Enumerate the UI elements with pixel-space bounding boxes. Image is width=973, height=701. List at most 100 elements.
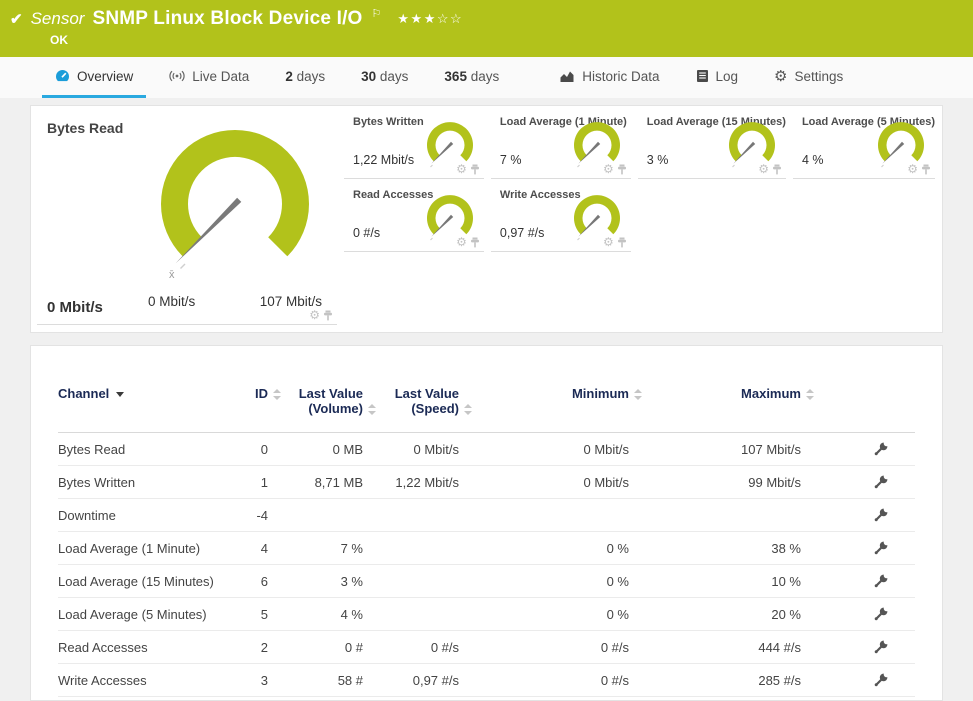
- channel-id: 0: [218, 433, 268, 466]
- column-header-last-value-volume[interactable]: Last Value (Volume): [268, 380, 363, 433]
- channel-row-read-accesses[interactable]: Read Accesses 2 0 # 0 #/s 0 #/s 444 #/s: [58, 631, 915, 664]
- edit-channel-icon[interactable]: [873, 474, 889, 490]
- gear-icon[interactable]: ⚙: [907, 163, 918, 175]
- tab-30-days[interactable]: 30 days: [348, 57, 421, 98]
- gauge-value: 0 #/s: [353, 226, 380, 240]
- channel-name: Load Average (1 Minute): [58, 532, 218, 565]
- last-value-volume: 58 #: [268, 664, 363, 697]
- status-badge: OK: [50, 33, 68, 47]
- tab-live-data[interactable]: Live Data: [156, 57, 262, 98]
- pin-icon[interactable]: [470, 164, 480, 175]
- last-value-speed: [363, 499, 459, 532]
- gear-icon[interactable]: ⚙: [309, 309, 320, 321]
- edit-channel-icon[interactable]: [873, 441, 889, 457]
- gauge-value: 0,97 #/s: [500, 226, 544, 240]
- channel-id: 2: [218, 631, 268, 664]
- channel-row-load-average-5-minutes[interactable]: Load Average (5 Minutes) 5 4 % 0 % 20 %: [58, 598, 915, 631]
- minimum-value: 0 Mbit/s: [459, 466, 629, 499]
- channel-row-write-accesses[interactable]: Write Accesses 3 58 # 0,97 #/s 0 #/s 285…: [58, 664, 915, 697]
- channels-panel: Channel ID Last Value (Volume) Last Valu…: [30, 345, 943, 701]
- tab-label: Overview: [77, 69, 133, 84]
- channel-row-bytes-written[interactable]: Bytes Written 1 8,71 MB 1,22 Mbit/s 0 Mb…: [58, 466, 915, 499]
- last-value-volume: 0 MB: [268, 433, 363, 466]
- last-value-volume: 4 %: [268, 598, 363, 631]
- gauge-value: 4 %: [802, 153, 824, 167]
- last-value-speed: 0 Mbit/s: [363, 433, 459, 466]
- channel-name: Load Average (15 Minutes): [58, 565, 218, 598]
- column-header-maximum[interactable]: Maximum: [629, 380, 801, 433]
- column-header-last-value-speed[interactable]: Last Value (Speed): [363, 380, 459, 433]
- pin-icon[interactable]: [617, 237, 627, 248]
- tab-label-number: 30: [361, 69, 376, 84]
- last-value-speed: 0 #/s: [363, 631, 459, 664]
- channels-table: Channel ID Last Value (Volume) Last Valu…: [58, 380, 915, 697]
- priority-stars[interactable]: ★★★☆☆: [397, 11, 463, 27]
- last-value-speed: 0,97 #/s: [363, 664, 459, 697]
- maximum-value: 10 %: [629, 565, 801, 598]
- gear-icon[interactable]: ⚙: [456, 236, 467, 248]
- pin-icon[interactable]: [470, 237, 480, 248]
- tab-label: Log: [716, 69, 739, 84]
- channel-row-bytes-read[interactable]: Bytes Read 0 0 MB 0 Mbit/s 0 Mbit/s 107 …: [58, 433, 915, 466]
- tab-label: Live Data: [192, 69, 249, 84]
- column-header-id[interactable]: ID: [218, 380, 268, 433]
- area-chart-icon: [559, 70, 575, 83]
- channel-name: Bytes Written: [58, 466, 218, 499]
- tab-overview[interactable]: Overview: [42, 57, 146, 98]
- edit-channel-icon[interactable]: [873, 507, 889, 523]
- column-label: Channel: [58, 386, 109, 401]
- pin-icon[interactable]: [323, 310, 333, 321]
- tab-bar: Overview Live Data 2 days 30 days 365 da…: [0, 57, 973, 98]
- tab-2-days[interactable]: 2 days: [272, 57, 338, 98]
- gauge-min-label: 0 Mbit/s: [148, 294, 195, 309]
- gauge-value: 7 %: [500, 153, 522, 167]
- overview-panel: Bytes Read x̄ 0 Mbit/s 107 Mbit/s 0 Mbit…: [30, 105, 943, 333]
- stars-filled: ★★★: [397, 11, 436, 26]
- tab-label: days: [376, 69, 408, 84]
- pin-icon[interactable]: [617, 164, 627, 175]
- pin-icon[interactable]: [772, 164, 782, 175]
- maximum-value: 444 #/s: [629, 631, 801, 664]
- column-header-channel[interactable]: Channel: [58, 380, 218, 433]
- tab-historic-data[interactable]: Historic Data: [546, 57, 672, 98]
- gauge-value: 3 %: [647, 153, 669, 167]
- channel-row-load-average-1-minute[interactable]: Load Average (1 Minute) 4 7 % 0 % 38 %: [58, 532, 915, 565]
- column-label: Last Value (Volume): [299, 386, 363, 416]
- channel-row-load-average-15-minutes[interactable]: Load Average (15 Minutes) 6 3 % 0 % 10 %: [58, 565, 915, 598]
- gear-icon[interactable]: ⚙: [603, 236, 614, 248]
- tab-label: days: [293, 69, 325, 84]
- sort-icon: [806, 389, 815, 400]
- flag-icon[interactable]: ⚐: [372, 7, 382, 20]
- channel-name: Bytes Read: [58, 433, 218, 466]
- gauge-value: 1,22 Mbit/s: [353, 153, 414, 167]
- gauge-icon: [55, 69, 70, 84]
- minimum-value: 0 Mbit/s: [459, 433, 629, 466]
- channel-name: Downtime: [58, 499, 218, 532]
- gear-icon[interactable]: ⚙: [603, 163, 614, 175]
- last-value-volume: 8,71 MB: [268, 466, 363, 499]
- edit-channel-icon[interactable]: [873, 606, 889, 622]
- column-header-minimum[interactable]: Minimum: [459, 380, 629, 433]
- gear-icon[interactable]: ⚙: [456, 163, 467, 175]
- tab-label: Historic Data: [582, 69, 659, 84]
- tab-log[interactable]: Log: [683, 57, 752, 98]
- maximum-value: 38 %: [629, 532, 801, 565]
- average-marker: x̄: [169, 269, 175, 281]
- edit-channel-icon[interactable]: [873, 672, 889, 688]
- maximum-value: 107 Mbit/s: [629, 433, 801, 466]
- edit-channel-icon[interactable]: [873, 540, 889, 556]
- channel-row-downtime[interactable]: Downtime -4: [58, 499, 915, 532]
- edit-channel-icon[interactable]: [873, 639, 889, 655]
- last-value-volume: 3 %: [268, 565, 363, 598]
- tab-365-days[interactable]: 365 days: [431, 57, 512, 98]
- column-label: ID: [255, 386, 268, 401]
- gauge-max-label: 107 Mbit/s: [260, 294, 322, 309]
- gauge-tile-load-average-15-minutes: Load Average (15 Minutes) 3 % ⚙: [638, 106, 786, 179]
- tab-settings[interactable]: ⚙ Settings: [761, 57, 856, 98]
- gear-icon[interactable]: ⚙: [758, 163, 769, 175]
- sort-icon: [634, 389, 643, 400]
- minimum-value: 0 #/s: [459, 664, 629, 697]
- channel-id: 5: [218, 598, 268, 631]
- pin-icon[interactable]: [921, 164, 931, 175]
- edit-channel-icon[interactable]: [873, 573, 889, 589]
